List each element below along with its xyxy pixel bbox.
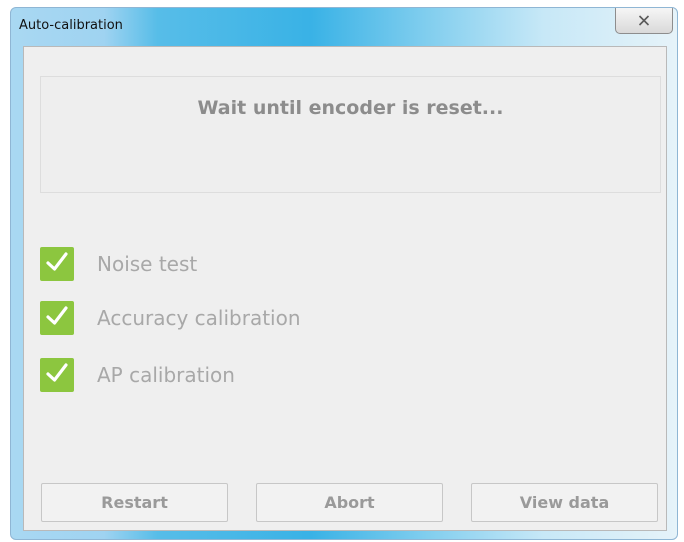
close-icon	[638, 15, 650, 26]
window-title: Auto-calibration	[19, 18, 123, 33]
close-button[interactable]	[615, 8, 673, 34]
checkmark-icon	[45, 362, 69, 388]
checkmark-icon	[45, 305, 69, 331]
abort-button[interactable]: Abort	[256, 483, 443, 522]
step-ap-calibration: AP calibration	[40, 357, 235, 393]
checkmark-icon	[45, 251, 69, 277]
auto-calibration-window: Auto-calibration Wait until encoder is r…	[10, 7, 678, 540]
title-bar[interactable]: Auto-calibration	[11, 8, 677, 44]
step-label: Noise test	[97, 252, 198, 276]
checkbox-accuracy-calibration	[40, 301, 74, 335]
step-label: AP calibration	[97, 363, 235, 387]
checkbox-ap-calibration	[40, 358, 74, 392]
checkbox-noise-test	[40, 247, 74, 281]
step-noise-test: Noise test	[40, 246, 197, 282]
step-label: Accuracy calibration	[97, 306, 301, 330]
status-message: Wait until encoder is reset...	[197, 97, 504, 119]
status-panel: Wait until encoder is reset...	[40, 76, 661, 193]
dialog-content: Wait until encoder is reset... Noise tes…	[23, 46, 667, 531]
view-data-button[interactable]: View data	[471, 483, 658, 522]
step-accuracy-calibration: Accuracy calibration	[40, 300, 301, 336]
restart-button[interactable]: Restart	[41, 483, 228, 522]
